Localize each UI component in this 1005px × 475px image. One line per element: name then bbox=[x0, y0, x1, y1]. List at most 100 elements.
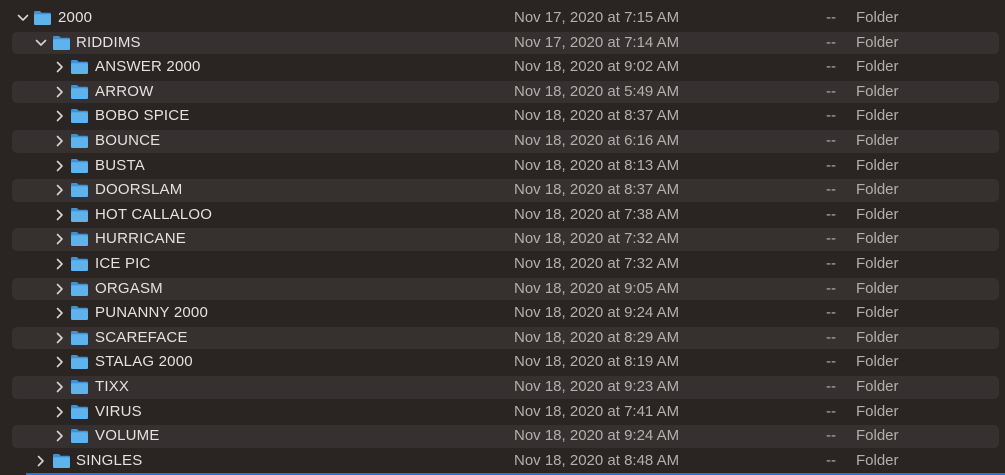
folder-icon bbox=[70, 281, 89, 297]
item-name: VIRUS bbox=[95, 402, 142, 420]
list-item[interactable]: TIXX Nov 18, 2020 at 9:23 AM -- Folder bbox=[0, 375, 1005, 400]
list-item[interactable]: ARROW Nov 18, 2020 at 5:49 AM -- Folder bbox=[0, 80, 1005, 105]
item-name: 2000 bbox=[58, 9, 93, 26]
item-size: -- bbox=[826, 82, 836, 100]
item-name: SCAREFACE bbox=[95, 328, 188, 346]
item-name: BUSTA bbox=[95, 156, 145, 174]
chevron-right-icon[interactable] bbox=[53, 227, 67, 251]
date-modified: Nov 18, 2020 at 7:32 AM bbox=[514, 230, 680, 248]
list-item[interactable]: SINGLES Nov 18, 2020 at 8:48 AM -- Folder bbox=[0, 449, 1005, 474]
item-kind: Folder bbox=[856, 402, 899, 420]
folder-icon bbox=[70, 182, 89, 198]
date-modified: Nov 18, 2020 at 9:02 AM bbox=[514, 58, 680, 76]
item-kind: Folder bbox=[856, 427, 899, 445]
folder-icon bbox=[70, 158, 89, 174]
item-kind: Folder bbox=[856, 33, 899, 51]
folder-icon bbox=[70, 330, 89, 346]
chevron-down-icon[interactable] bbox=[34, 31, 48, 55]
chevron-right-icon[interactable] bbox=[53, 55, 67, 79]
chevron-right-icon[interactable] bbox=[53, 326, 67, 350]
list-item[interactable]: VIRUS Nov 18, 2020 at 7:41 AM -- Folder bbox=[0, 400, 1005, 425]
date-modified: Nov 18, 2020 at 6:16 AM bbox=[514, 131, 680, 149]
folder-icon bbox=[70, 404, 89, 420]
list-item[interactable]: 2000 Nov 17, 2020 at 7:15 AM -- Folder bbox=[0, 6, 1005, 31]
chevron-down-icon[interactable] bbox=[16, 6, 30, 30]
item-size: -- bbox=[826, 181, 836, 199]
item-name: VOLUME bbox=[95, 427, 160, 445]
item-kind: Folder bbox=[856, 328, 899, 346]
item-size: -- bbox=[826, 304, 836, 322]
item-size: -- bbox=[826, 279, 836, 297]
date-modified: Nov 18, 2020 at 9:24 AM bbox=[514, 304, 680, 322]
chevron-right-icon[interactable] bbox=[53, 154, 67, 178]
chevron-right-icon[interactable] bbox=[53, 400, 67, 424]
chevron-right-icon[interactable] bbox=[53, 203, 67, 227]
list-item[interactable]: BOBO SPICE Nov 18, 2020 at 8:37 AM -- Folde… bbox=[0, 104, 1005, 129]
item-size: -- bbox=[826, 107, 836, 125]
item-size: -- bbox=[826, 427, 836, 445]
chevron-right-icon[interactable] bbox=[53, 252, 67, 276]
folder-icon bbox=[70, 256, 89, 272]
item-kind: Folder bbox=[856, 304, 899, 322]
list-item[interactable]: BOUNCE Nov 18, 2020 at 6:16 AM -- Folder bbox=[0, 129, 1005, 154]
folder-icon bbox=[70, 354, 89, 370]
chevron-right-icon[interactable] bbox=[53, 104, 67, 128]
chevron-right-icon[interactable] bbox=[53, 80, 67, 104]
item-kind: Folder bbox=[856, 205, 899, 223]
item-kind: Folder bbox=[856, 156, 899, 174]
item-size: -- bbox=[826, 451, 836, 469]
item-kind: Folder bbox=[856, 451, 899, 469]
chevron-right-icon[interactable] bbox=[53, 129, 67, 153]
list-item[interactable]: ANSWER 2000 Nov 18, 2020 at 9:02 AM -- Fold… bbox=[0, 55, 1005, 80]
list-item[interactable]: HURRICANE Nov 18, 2020 at 7:32 AM -- Folder bbox=[0, 227, 1005, 252]
folder-icon bbox=[70, 84, 89, 100]
list-item[interactable]: HOT CALLALOO Nov 18, 2020 at 7:38 AM -- Fol… bbox=[0, 203, 1005, 228]
list-item[interactable]: DOORSLAM Nov 18, 2020 at 8:37 AM -- Folder bbox=[0, 178, 1005, 203]
chevron-right-icon[interactable] bbox=[53, 277, 67, 301]
item-name: ARROW bbox=[95, 82, 154, 100]
folder-icon bbox=[70, 133, 89, 149]
list-item[interactable]: BUSTA Nov 18, 2020 at 8:13 AM -- Folder bbox=[0, 154, 1005, 179]
item-size: -- bbox=[826, 9, 836, 26]
item-name: PUNANNY 2000 bbox=[95, 304, 209, 322]
item-kind: Folder bbox=[856, 82, 899, 100]
chevron-right-icon[interactable] bbox=[53, 350, 67, 374]
list-item[interactable]: SCAREFACE Nov 18, 2020 at 8:29 AM -- Folder bbox=[0, 326, 1005, 351]
item-kind: Folder bbox=[856, 279, 899, 297]
file-list: 2000 Nov 17, 2020 at 7:15 AM -- Folder RIDDI… bbox=[0, 6, 1005, 473]
date-modified: Nov 18, 2020 at 7:32 AM bbox=[514, 254, 680, 272]
chevron-right-icon[interactable] bbox=[34, 449, 48, 473]
list-item[interactable]: RIDDIMS Nov 17, 2020 at 7:14 AM -- Folder bbox=[0, 31, 1005, 56]
list-item[interactable]: ORGASM Nov 18, 2020 at 9:05 AM -- Folder bbox=[0, 277, 1005, 302]
item-kind: Folder bbox=[856, 107, 899, 125]
date-modified: Nov 18, 2020 at 8:37 AM bbox=[514, 107, 680, 125]
chevron-right-icon[interactable] bbox=[53, 178, 67, 202]
chevron-right-icon[interactable] bbox=[53, 375, 67, 399]
folder-icon bbox=[70, 207, 89, 223]
item-name: DOORSLAM bbox=[95, 181, 183, 199]
item-size: -- bbox=[826, 205, 836, 223]
folder-icon bbox=[70, 305, 89, 321]
date-modified: Nov 18, 2020 at 8:19 AM bbox=[514, 353, 680, 371]
chevron-right-icon[interactable] bbox=[53, 301, 67, 325]
item-name: STALAG 2000 bbox=[95, 353, 193, 371]
item-name: ANSWER 2000 bbox=[95, 58, 201, 76]
chevron-right-icon[interactable] bbox=[53, 424, 67, 448]
date-modified: Nov 18, 2020 at 5:49 AM bbox=[514, 82, 680, 100]
folder-icon bbox=[70, 59, 89, 75]
date-modified: Nov 18, 2020 at 9:05 AM bbox=[514, 279, 680, 297]
item-size: -- bbox=[826, 402, 836, 420]
date-modified: Nov 17, 2020 at 7:14 AM bbox=[514, 33, 680, 51]
item-size: -- bbox=[826, 58, 836, 76]
item-size: -- bbox=[826, 254, 836, 272]
item-name: RIDDIMS bbox=[76, 33, 141, 51]
list-item[interactable]: ICE PIC Nov 18, 2020 at 7:32 AM -- Folder bbox=[0, 252, 1005, 277]
date-modified: Nov 18, 2020 at 7:38 AM bbox=[514, 205, 680, 223]
item-name: SINGLES bbox=[76, 451, 143, 469]
item-name: BOBO SPICE bbox=[95, 107, 190, 125]
list-item[interactable]: STALAG 2000 Nov 18, 2020 at 8:19 AM -- Fold… bbox=[0, 350, 1005, 375]
list-item[interactable]: PUNANNY 2000 Nov 18, 2020 at 9:24 AM -- Fol… bbox=[0, 301, 1005, 326]
item-kind: Folder bbox=[856, 181, 899, 199]
item-size: -- bbox=[826, 230, 836, 248]
list-item[interactable]: VOLUME Nov 18, 2020 at 9:24 AM -- Folder bbox=[0, 424, 1005, 449]
